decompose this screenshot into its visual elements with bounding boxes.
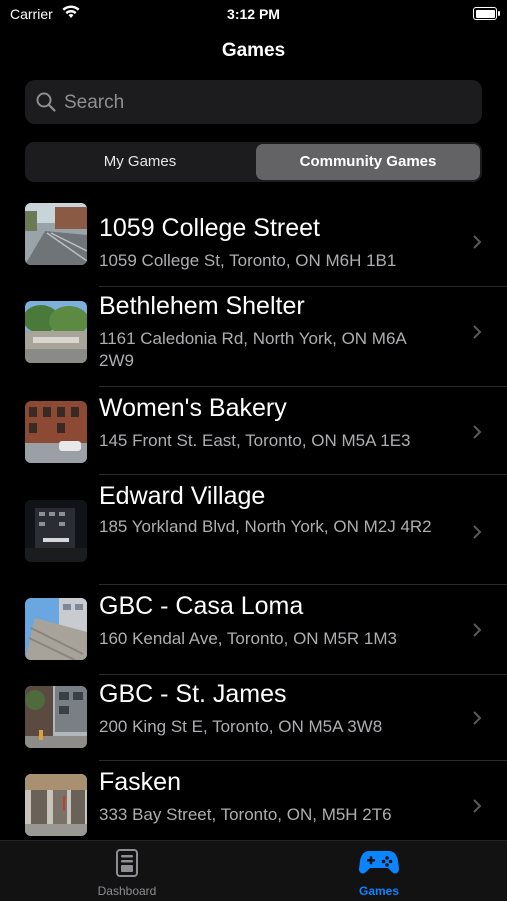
- battery-icon: [473, 7, 500, 20]
- game-name: Edward Village: [99, 482, 266, 510]
- row-divider: [99, 286, 507, 287]
- tab-games-label: Games: [358, 884, 400, 898]
- game-thumbnail: [25, 686, 87, 748]
- chevron-right-icon: [473, 525, 482, 539]
- row-divider: [99, 474, 507, 475]
- list-item[interactable]: GBC - Casa Loma 160 Kendal Ave, Toronto,…: [0, 586, 507, 684]
- list-item[interactable]: Edward Village 185 Yorkland Blvd, North …: [0, 478, 507, 585]
- game-address: 145 Front St. East, Toronto, ON M5A 1E3: [99, 431, 411, 450]
- list-item[interactable]: Bethlehem Shelter 1161 Caledonia Rd, Nor…: [0, 288, 507, 387]
- chevron-right-icon: [473, 623, 482, 637]
- game-name: Women's Bakery: [99, 394, 287, 422]
- dashboard-icon: [116, 849, 138, 877]
- game-thumbnail: [25, 500, 87, 562]
- list-item[interactable]: Women's Bakery 145 Front St. East, Toron…: [0, 388, 507, 476]
- tab-bar: Dashboard Games: [0, 840, 507, 901]
- row-divider: [99, 386, 507, 387]
- game-address: 333 Bay Street, Toronto, ON, M5H 2T6: [99, 805, 392, 824]
- game-thumbnail: [25, 401, 87, 463]
- segment-community-games[interactable]: Community Games: [256, 144, 480, 180]
- list-item[interactable]: 1059 College Street 1059 College St, Tor…: [0, 200, 507, 287]
- gamepad-icon: [359, 851, 399, 874]
- row-divider: [99, 760, 507, 761]
- game-address: 160 Kendal Ave, Toronto, ON M5R 1M3: [99, 629, 397, 648]
- search-icon: [36, 92, 56, 112]
- games-segmented-control: My Games Community Games: [25, 142, 482, 182]
- tab-dashboard-label: Dashboard: [97, 884, 157, 898]
- segment-my-games[interactable]: My Games: [27, 144, 253, 180]
- chevron-right-icon: [473, 325, 482, 339]
- search-bar[interactable]: [25, 80, 482, 126]
- chevron-right-icon: [473, 711, 482, 725]
- chevron-right-icon: [473, 235, 482, 249]
- row-divider: [99, 584, 507, 585]
- chevron-right-icon: [473, 799, 482, 813]
- list-item[interactable]: Fasken 333 Bay Street, Toronto, ON, M5H …: [0, 762, 507, 840]
- game-thumbnail: [25, 203, 87, 265]
- game-address: 185 Yorkland Blvd, North York, ON M2J 4R…: [99, 517, 432, 536]
- list-item[interactable]: GBC - St. James 200 King St E, Toronto, …: [0, 674, 507, 762]
- game-address: 1059 College St, Toronto, ON M6H 1B1: [99, 251, 397, 270]
- game-name: GBC - St. James: [99, 680, 287, 708]
- game-name: Bethlehem Shelter: [99, 292, 305, 320]
- game-thumbnail: [25, 774, 87, 836]
- page-title: Games: [221, 40, 286, 61]
- game-thumbnail: [25, 598, 87, 660]
- chevron-right-icon: [473, 425, 482, 439]
- status-bar: Carrier 3:12 PM: [0, 0, 507, 30]
- tab-dashboard[interactable]: Dashboard: [64, 841, 190, 901]
- game-address: 1161 Caledonia Rd, North York, ON M6A 2W…: [99, 329, 406, 370]
- search-input[interactable]: [62, 80, 466, 126]
- game-name: GBC - Casa Loma: [99, 592, 304, 620]
- game-name: 1059 College Street: [99, 214, 320, 242]
- game-address: 200 King St E, Toronto, ON M5A 3W8: [99, 717, 383, 736]
- game-thumbnail: [25, 301, 87, 363]
- tab-games[interactable]: Games: [316, 841, 442, 901]
- game-name: Fasken: [99, 768, 181, 796]
- status-time: 3:12 PM: [227, 6, 280, 22]
